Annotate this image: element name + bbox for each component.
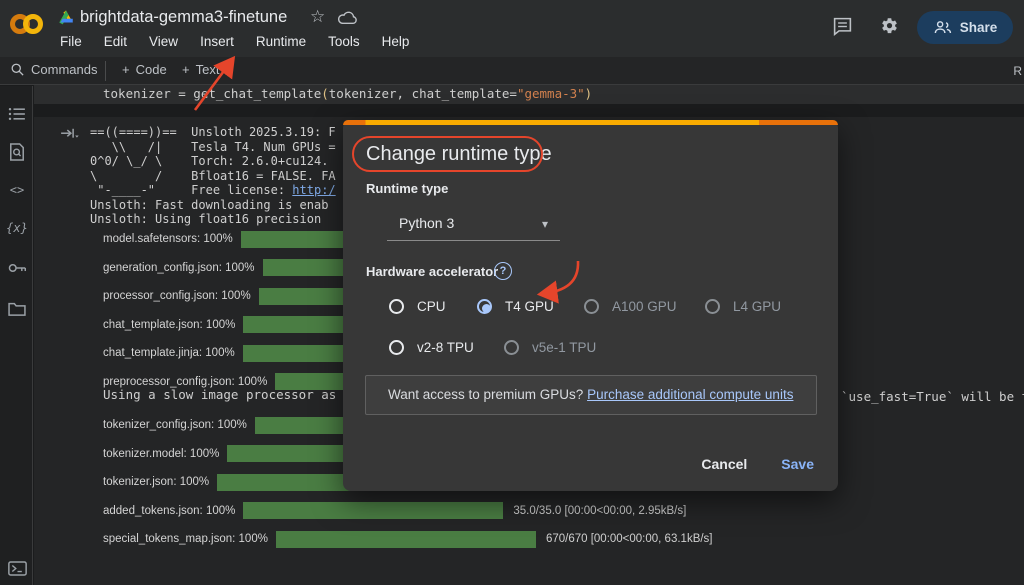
progress-stats: 670/670 [00:00<00:00, 63.1kB/s]	[546, 533, 713, 545]
premium-gpu-banner: Want access to premium GPUs? Purchase ad…	[365, 375, 817, 415]
commands-button[interactable]: Commands	[10, 62, 97, 77]
notebook-toolbar: Commands + Code + Text R	[0, 57, 1024, 85]
add-text-button[interactable]: + Text	[182, 62, 219, 77]
find-replace-icon[interactable]	[7, 142, 27, 162]
settings-gear-icon[interactable]	[879, 16, 900, 37]
save-button[interactable]: Save	[781, 456, 814, 472]
premium-text: Want access to premium GPUs?	[388, 387, 587, 402]
slow-processor-warning-right: `use_fast=True` will be t	[841, 389, 1024, 404]
app-header: brightdata-gemma3-finetune ☆ File Edit V…	[0, 0, 1024, 57]
unsloth-ascii-banner: ==((====))== Unsloth 2025.3.19: F \\ /| …	[90, 125, 343, 227]
progress-row: special_tokens_map.json: 100%670/670 [00…	[103, 525, 713, 554]
plus-icon: +	[122, 62, 130, 77]
people-icon	[933, 20, 952, 35]
radio-disabled-icon	[705, 299, 720, 314]
menu-insert[interactable]: Insert	[200, 34, 234, 49]
dialog-buttons: Cancel Save	[701, 456, 814, 472]
add-text-label: Text	[196, 62, 220, 77]
add-code-label: Code	[136, 62, 167, 77]
share-label: Share	[960, 20, 998, 35]
menu-view[interactable]: View	[149, 34, 178, 49]
radio-disabled-icon	[584, 299, 599, 314]
radio-option-t4-gpu[interactable]: T4 GPU	[477, 299, 554, 314]
menu-tools[interactable]: Tools	[328, 34, 360, 49]
table-of-contents-icon[interactable]	[7, 104, 27, 124]
progress-bar	[243, 502, 503, 519]
radio-option-a100-gpu[interactable]: A100 GPU	[584, 299, 677, 314]
radio-selected-icon	[477, 299, 492, 314]
share-button[interactable]: Share	[917, 11, 1013, 44]
commands-label: Commands	[31, 62, 97, 77]
chevron-down-icon: ▾	[542, 217, 548, 231]
notebook-title[interactable]: brightdata-gemma3-finetune	[80, 8, 287, 27]
add-code-button[interactable]: + Code	[122, 62, 167, 77]
progress-stats: 35.0/35.0 [00:00<00:00, 2.95kB/s]	[513, 505, 686, 517]
colab-logo-icon[interactable]	[10, 12, 46, 38]
plus-icon: +	[182, 62, 190, 77]
radio-option-cpu[interactable]: CPU	[389, 299, 446, 314]
colab-ring-right	[23, 14, 43, 34]
runtime-type-value: Python 3	[399, 215, 454, 231]
output-scroll-icon[interactable]	[60, 127, 80, 143]
toolbar-right-fragment: R	[1013, 64, 1022, 78]
left-sidebar: <> {x}	[0, 86, 33, 585]
star-icon[interactable]: ☆	[310, 7, 325, 27]
search-icon	[10, 62, 25, 77]
slow-processor-warning: Using a slow image processor as `u	[103, 387, 359, 402]
dialog-accent-bar	[343, 120, 838, 125]
change-runtime-dialog: Change runtime type Runtime type Python …	[343, 120, 838, 491]
radio-option-l4-gpu[interactable]: L4 GPU	[705, 299, 781, 314]
files-folder-icon[interactable]	[7, 298, 27, 318]
progress-bar	[276, 531, 536, 548]
menu-file[interactable]: File	[60, 34, 82, 49]
terminal-icon[interactable]	[7, 558, 27, 578]
purchase-compute-link[interactable]: Purchase additional compute units	[587, 387, 793, 402]
cloud-status-icon	[338, 10, 358, 25]
radio-disabled-icon	[504, 340, 519, 355]
secrets-key-icon[interactable]	[7, 258, 27, 278]
radio-icon	[389, 340, 404, 355]
toolbar-divider	[105, 61, 106, 81]
help-icon[interactable]: ?	[494, 262, 512, 280]
menu-runtime[interactable]: Runtime	[256, 34, 306, 49]
code-line[interactable]: tokenizer = get_chat_template(tokenizer,…	[103, 86, 592, 101]
code-text: tokenizer = get_chat_template	[103, 86, 321, 101]
runtime-type-select[interactable]: Python 3 ▾	[387, 208, 560, 241]
radio-option-v5e-1-tpu[interactable]: v5e-1 TPU	[504, 340, 596, 355]
hardware-accelerator-label: Hardware accelerator	[366, 264, 498, 279]
colab-window: brightdata-gemma3-finetune ☆ File Edit V…	[0, 0, 1024, 585]
progress-row: added_tokens.json: 100%35.0/35.0 [00:00<…	[103, 497, 713, 526]
menu-bar: File Edit View Insert Runtime Tools Help	[60, 34, 409, 49]
radio-icon	[389, 299, 404, 314]
license-link[interactable]: http:/	[292, 183, 335, 197]
cancel-button[interactable]: Cancel	[701, 456, 747, 472]
dialog-title: Change runtime type	[366, 143, 552, 166]
menu-edit[interactable]: Edit	[104, 34, 127, 49]
runtime-type-label: Runtime type	[366, 181, 448, 196]
code-snippets-icon[interactable]: <>	[7, 180, 27, 200]
variables-icon[interactable]: {x}	[7, 218, 27, 238]
radio-option-v2-8-tpu[interactable]: v2-8 TPU	[389, 340, 474, 355]
menu-help[interactable]: Help	[382, 34, 410, 49]
drive-icon	[57, 9, 75, 27]
comments-icon[interactable]	[832, 16, 853, 37]
code-string-literal: "gemma-3"	[517, 86, 585, 101]
